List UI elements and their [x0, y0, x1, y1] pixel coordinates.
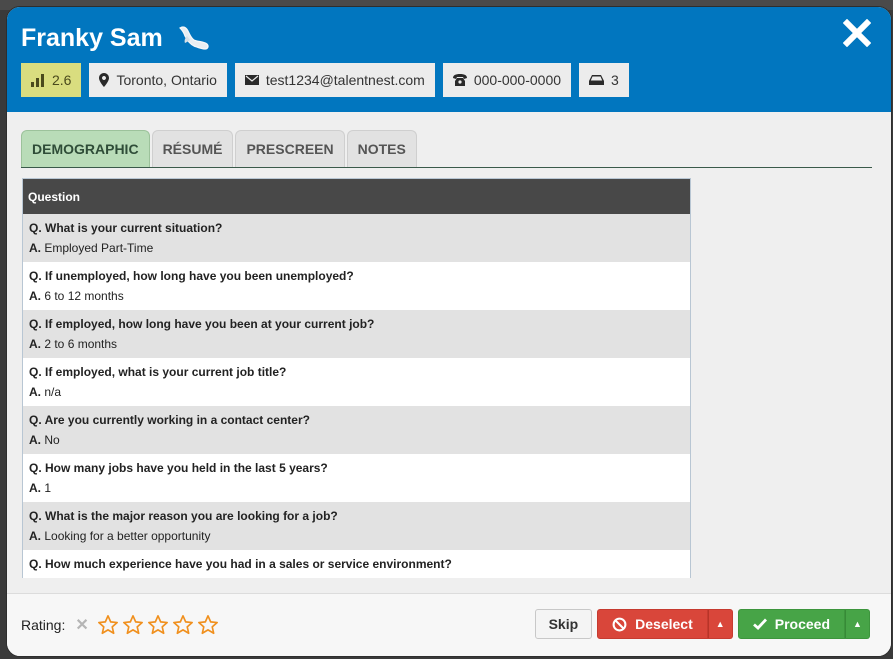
proceed-button[interactable]: Proceed	[737, 609, 845, 639]
table-row: Q. How much experience have you had in a…	[23, 550, 690, 578]
phone-icon	[452, 74, 467, 86]
tab-notes[interactable]: NOTES	[346, 130, 417, 167]
star-icon[interactable]	[147, 614, 169, 636]
table-header: Question	[23, 179, 690, 214]
close-button[interactable]	[842, 18, 872, 48]
table-row: Q. How many jobs have you held in the la…	[23, 454, 690, 502]
question-text: Q. If employed, how long have you been a…	[29, 317, 375, 331]
caret-up-icon: ▲	[853, 619, 862, 629]
proceed-label: Proceed	[774, 616, 830, 632]
question-text: Q. What is your current situation?	[29, 221, 223, 235]
candidate-name: Franky Sam	[21, 24, 163, 52]
table-row: Q. If unemployed, how long have you been…	[23, 262, 690, 310]
envelope-icon	[244, 75, 259, 85]
tab-prescreen[interactable]: PRESCREEN	[235, 130, 345, 167]
email-chip[interactable]: test1234@talentnest.com	[234, 63, 435, 97]
answer-text: A. 1	[29, 481, 52, 495]
ban-icon	[612, 617, 627, 631]
answer-text: A. Looking for a better opportunity	[29, 529, 211, 543]
phone-value: 000-000-0000	[473, 72, 562, 88]
question-text: Q. How much experience have you had in a…	[29, 557, 452, 571]
question-text: Q. How many jobs have you held in the la…	[29, 461, 328, 475]
phone-chip[interactable]: 000-000-0000	[442, 63, 572, 97]
table-row: Q. If employed, how long have you been a…	[23, 310, 690, 358]
modal-header: Franky Sam 2.6 Toronto, Ontario test1234…	[7, 7, 891, 112]
inbox-icon	[589, 75, 605, 85]
inbox-chip[interactable]: 3	[579, 63, 629, 97]
table-row: Q. Are you currently working in a contac…	[23, 406, 690, 454]
checkmark-icon	[752, 618, 767, 630]
rating-label: Rating:	[21, 617, 66, 633]
star-icon[interactable]	[197, 614, 219, 636]
deselect-menu-toggle[interactable]: ▲	[707, 609, 733, 639]
rating-control: Rating: ✕	[21, 614, 222, 636]
action-buttons: Skip Deselect ▲ Proceed ▲	[534, 609, 870, 639]
star-icon[interactable]	[97, 614, 119, 636]
answer-text: A. Employed Part-Time	[29, 241, 154, 255]
question-text: Q. If employed, what is your current job…	[29, 365, 287, 379]
proceed-menu-toggle[interactable]: ▲	[845, 609, 870, 639]
proceed-split-button: Proceed ▲	[737, 609, 870, 639]
tab-resume[interactable]: RÉSUMÉ	[151, 130, 234, 167]
skip-button[interactable]: Skip	[534, 609, 593, 639]
question-text: Q. What is the major reason you are look…	[29, 509, 338, 523]
table-body: Q. What is your current situation? A. Em…	[23, 214, 690, 578]
score-value: 2.6	[52, 72, 72, 88]
answer-text: A. n/a	[29, 385, 62, 399]
table-row: Q. What is the major reason you are look…	[23, 502, 690, 550]
profile-tabs: DEMOGRAPHIC RÉSUMÉ PRESCREEN NOTES	[21, 130, 872, 168]
map-pin-icon	[99, 73, 110, 87]
table-row: Q. What is your current situation? A. Em…	[23, 214, 690, 262]
deselect-label: Deselect	[635, 616, 693, 632]
answer-text: A. 2 to 6 months	[29, 337, 118, 351]
close-icon	[842, 18, 872, 48]
table-row: Q. If employed, what is your current job…	[23, 358, 690, 406]
star-icon[interactable]	[122, 614, 144, 636]
candidate-modal: Franky Sam 2.6 Toronto, Ontario test1234…	[6, 6, 892, 657]
inbox-count: 3	[611, 72, 619, 88]
answer-text: A. No	[29, 433, 60, 447]
modal-footer: Rating: ✕ Skip Deselect ▲ Proceed ▲	[7, 593, 891, 656]
deselect-split-button: Deselect ▲	[597, 609, 733, 639]
deselect-button[interactable]: Deselect	[597, 609, 708, 639]
question-text: Q. Are you currently working in a contac…	[29, 413, 310, 427]
signal-bars-icon	[31, 73, 44, 87]
location-value: Toronto, Ontario	[116, 72, 217, 88]
candidate-name-row: Franky Sam	[21, 24, 211, 53]
email-value: test1234@talentnest.com	[265, 72, 425, 88]
score-chip[interactable]: 2.6	[21, 63, 82, 97]
location-chip: Toronto, Ontario	[89, 63, 227, 97]
clear-rating-icon[interactable]: ✕	[75, 615, 88, 635]
bird-icon	[177, 25, 211, 53]
tab-demographic[interactable]: DEMOGRAPHIC	[21, 130, 150, 167]
caret-up-icon: ▲	[715, 619, 725, 629]
candidate-info-chips: 2.6 Toronto, Ontario test1234@talentnest…	[21, 63, 629, 97]
question-text: Q. If unemployed, how long have you been…	[29, 269, 354, 283]
star-icon[interactable]	[172, 614, 194, 636]
demographic-table[interactable]: Question Q. What is your current situati…	[22, 178, 691, 578]
answer-text: A. 6 to 12 months	[29, 289, 124, 303]
